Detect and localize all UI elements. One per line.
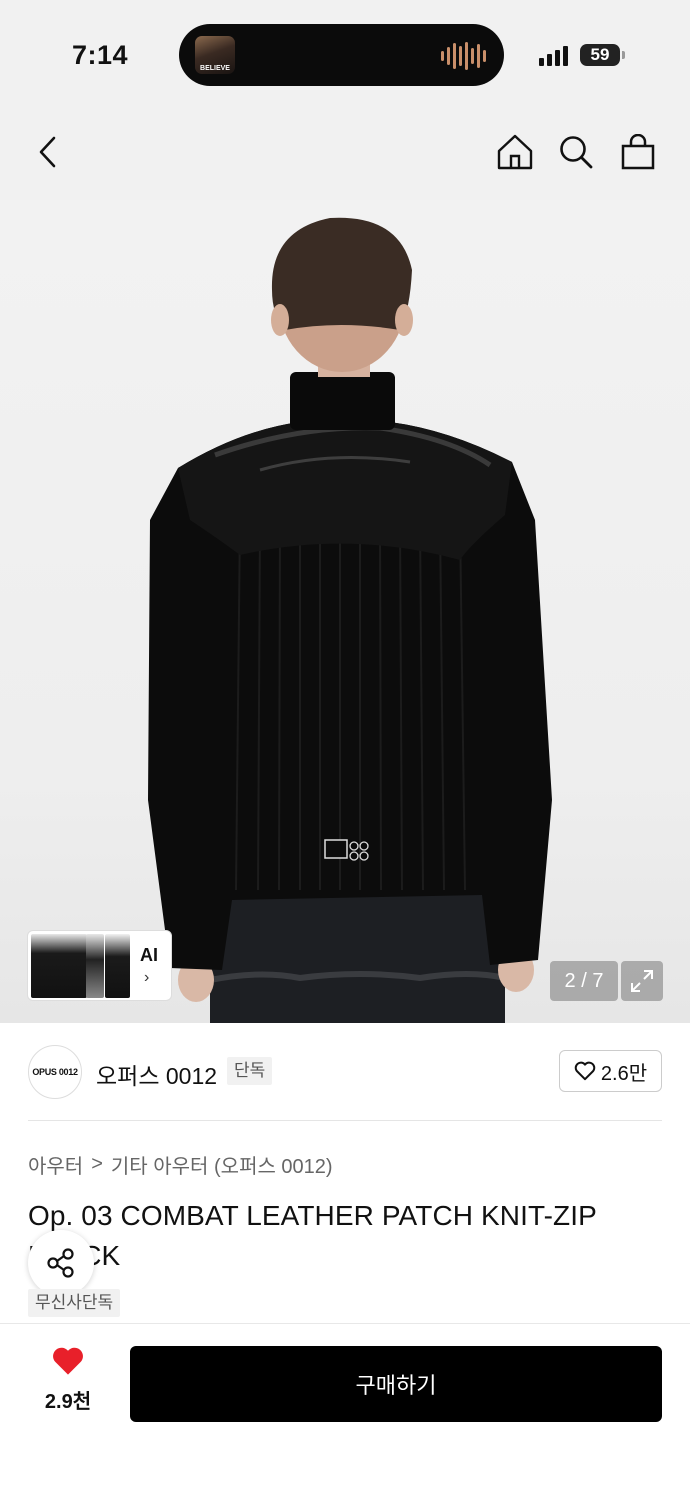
product-photo	[148, 217, 552, 1023]
search-button[interactable]	[554, 130, 598, 174]
chevron-right-icon: ›	[144, 969, 150, 986]
wishlist-button[interactable]: 2.9천	[28, 1346, 108, 1414]
dynamic-island[interactable]: BELIEVE	[179, 24, 504, 86]
now-playing-cover-text: BELIEVE	[200, 65, 230, 72]
musinsa-exclusive-badge: 무신사단독	[28, 1289, 121, 1317]
cart-button[interactable]	[616, 130, 660, 174]
status-bar: 7:14 BELIEVE 59	[0, 0, 690, 110]
exclusive-badge: 단독	[227, 1057, 273, 1085]
wishlist-count: 2.9천	[44, 1391, 92, 1413]
audio-waveform-icon	[441, 42, 486, 70]
bottom-purchase-bar: 2.9천 구매하기	[0, 1323, 690, 1500]
breadcrumb: 아우터 > 기타 아우터 (오퍼스 0012)	[28, 1150, 333, 1179]
breadcrumb-category[interactable]: 아우터	[28, 1150, 83, 1179]
divider	[28, 1120, 662, 1121]
share-icon	[47, 1248, 74, 1278]
buy-button[interactable]: 구매하기	[130, 1346, 662, 1422]
status-time: 7:14	[72, 40, 129, 70]
chevron-left-icon	[39, 136, 56, 168]
battery-icon: 59	[580, 44, 620, 66]
breadcrumb-subcategory[interactable]: 기타 아우터 (오퍼스 0012)	[111, 1150, 333, 1179]
brand-like-button[interactable]: 2.6만	[559, 1050, 662, 1092]
expand-button[interactable]	[621, 961, 663, 1001]
ai-label: AI	[140, 945, 158, 965]
battery-tip	[622, 51, 625, 59]
home-icon	[497, 134, 533, 170]
breadcrumb-separator: >	[91, 1153, 103, 1175]
back-button[interactable]	[26, 130, 70, 174]
brand-name[interactable]: 오퍼스 0012	[96, 1057, 217, 1091]
thumbnail-image	[86, 934, 104, 998]
thumbnail-image	[105, 934, 130, 998]
cellular-signal-icon	[539, 44, 568, 66]
brand-like-count: 2.6만	[600, 1062, 648, 1085]
expand-icon	[631, 970, 653, 992]
brand-logo[interactable]: OPUS 0012	[28, 1045, 82, 1099]
product-title: Op. 03 COMBAT LEATHER PATCH KNIT-ZIP BLA…	[28, 1200, 597, 1271]
top-navigation	[0, 110, 690, 200]
now-playing-cover: BELIEVE	[195, 36, 235, 74]
thumbnail-image	[31, 934, 87, 998]
brand-row: OPUS 0012 오퍼스 0012 단독 2.6만	[0, 1023, 690, 1120]
share-button[interactable]	[28, 1230, 94, 1296]
home-button[interactable]	[493, 130, 537, 174]
heart-filled-icon	[53, 1347, 83, 1375]
ai-thumbnail-strip[interactable]: AI ›	[27, 930, 172, 1001]
shopping-bag-icon	[621, 134, 655, 170]
heart-outline-icon	[574, 1061, 596, 1081]
image-counter: 2 / 7	[550, 961, 618, 1001]
search-icon	[560, 136, 593, 169]
product-image-gallery[interactable]: AI › 2 / 7	[0, 200, 690, 1023]
